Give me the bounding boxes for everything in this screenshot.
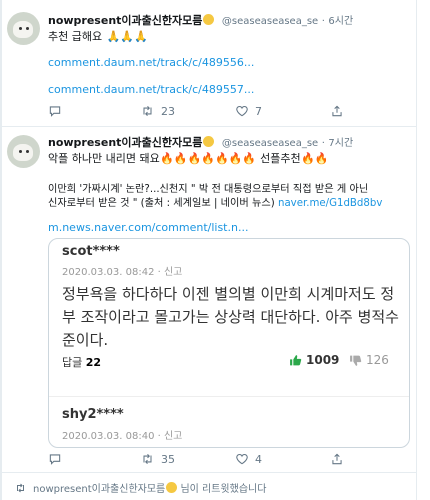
retweet-count: 23 (161, 104, 175, 118)
reply-icon (49, 454, 61, 465)
like-button[interactable]: 7 (235, 104, 262, 118)
retweet-icon (143, 453, 152, 465)
tweet-link-2[interactable]: comment.daum.net/track/c/489557... (48, 83, 254, 96)
fire-emoji-icon: 🔥🔥🔥🔥🔥🔥🔥 (160, 152, 257, 165)
comment-card[interactable]: scot**** 2020.03.03. 08:42 · 신고 정부욕을 하다하… (48, 238, 410, 448)
quote-text: 신자로부터 받은 것 " (출처 : 세계일보 | 네이버 뉴스) (48, 198, 275, 209)
handle[interactable]: @seaseaseasea_se (222, 138, 318, 149)
reply-button[interactable] (48, 104, 62, 118)
comment-dislike: 126 (349, 353, 389, 367)
avatar[interactable] (7, 12, 40, 45)
tweet-header: nowpresent이과출신한자모름 @seaseaseasea_se · 6시… (48, 12, 353, 28)
like-button[interactable]: 4 (235, 452, 262, 466)
share-button[interactable] (330, 104, 344, 118)
username[interactable]: nowpresent이과출신한자모름 (48, 14, 202, 27)
retweet-icon (17, 483, 24, 492)
comment-user: shy2**** (62, 407, 124, 422)
retweet-notice: nowpresent이과출신한자모름 님이 리트윗했습니다 (14, 480, 266, 495)
heart-icon (236, 454, 248, 465)
tweet-text: 악플 하나만 내리면 돼요🔥🔥🔥🔥🔥🔥🔥 선플추천🔥🔥 (48, 150, 329, 166)
fire-emoji-icon: 🔥🔥 (301, 152, 329, 165)
share-icon (332, 105, 342, 117)
smile-emoji-icon (203, 14, 215, 25)
retweet-icon (143, 105, 152, 117)
retweet-suffix: 님이 리트윗했습니다 (180, 484, 267, 495)
smile-emoji-icon (166, 482, 178, 493)
retweet-button[interactable]: 23 (140, 104, 175, 118)
comment-like: 1009 (289, 353, 339, 367)
separator-dot: · (321, 16, 325, 27)
right-border (416, 0, 417, 500)
reply-count: 22 (85, 356, 102, 369)
dislike-count: 126 (366, 353, 389, 367)
thumbs-up-icon (290, 354, 302, 365)
retweeter-name[interactable]: nowpresent이과출신한자모름 (33, 484, 165, 495)
handle[interactable]: @seaseaseasea_se (222, 16, 318, 27)
comment-body: 정부욕을 하다하다 이젠 별의별 이만희 시계마저도 정부 조작이라고 몰고가는… (62, 285, 399, 349)
tweet-text-after: 선플추천 (260, 152, 301, 165)
comment-meta: 2020.03.03. 08:40 · 신고 (62, 431, 183, 442)
retweet-button[interactable]: 35 (140, 452, 175, 466)
quote-line-2: 신자로부터 받은 것 " (출처 : 세계일보 | 네이버 뉴스) naver.… (48, 194, 382, 209)
tweet-divider (0, 126, 417, 127)
share-icon (332, 453, 342, 465)
username[interactable]: nowpresent이과출신한자모름 (48, 136, 202, 149)
reply-icon (49, 106, 61, 117)
reply-button[interactable] (48, 452, 62, 466)
left-border (0, 0, 2, 500)
retweet-count: 35 (161, 452, 175, 466)
tweet-link[interactable]: m.news.naver.com/comment/list.n... (48, 221, 248, 234)
tweet-text: 추천 급해요 🙏🙏🙏 (48, 28, 148, 44)
thumbs-down-icon (350, 355, 362, 366)
reply-label: 답글 (62, 356, 83, 369)
tweet-divider (0, 472, 417, 473)
tweet-text-content: 추천 급해요 (48, 30, 103, 43)
quote-line-1: 이만희 '가짜시계' 논란?...신천지 " 박 전 대통령으로부터 직접 받은… (48, 184, 369, 195)
like-count: 4 (255, 452, 262, 466)
folded-hands-emoji-icon: 🙏🙏🙏 (106, 30, 148, 43)
tweet-text-before: 악플 하나만 내리면 돼요 (48, 152, 160, 165)
comment-reply: 답글 22 (62, 354, 101, 370)
like-count: 1009 (306, 353, 340, 367)
share-button[interactable] (330, 452, 344, 466)
like-count: 7 (255, 104, 262, 118)
comment-meta: 2020.03.03. 08:42 · 신고 (62, 267, 183, 278)
tweet-header: nowpresent이과출신한자모름 @seaseaseasea_se · 7시… (48, 134, 353, 150)
separator-dot: · (321, 138, 325, 149)
smile-emoji-icon (203, 136, 215, 147)
timestamp[interactable]: 6시간 (328, 16, 353, 27)
comment-user: scot**** (62, 244, 120, 259)
avatar[interactable] (7, 135, 40, 168)
quote-link[interactable]: naver.me/G1dBd8bv (278, 198, 382, 209)
timestamp[interactable]: 7시간 (328, 138, 353, 149)
comment-divider (49, 396, 409, 397)
tweet-link-1[interactable]: comment.daum.net/track/c/489556... (48, 56, 254, 69)
heart-icon (236, 106, 248, 117)
